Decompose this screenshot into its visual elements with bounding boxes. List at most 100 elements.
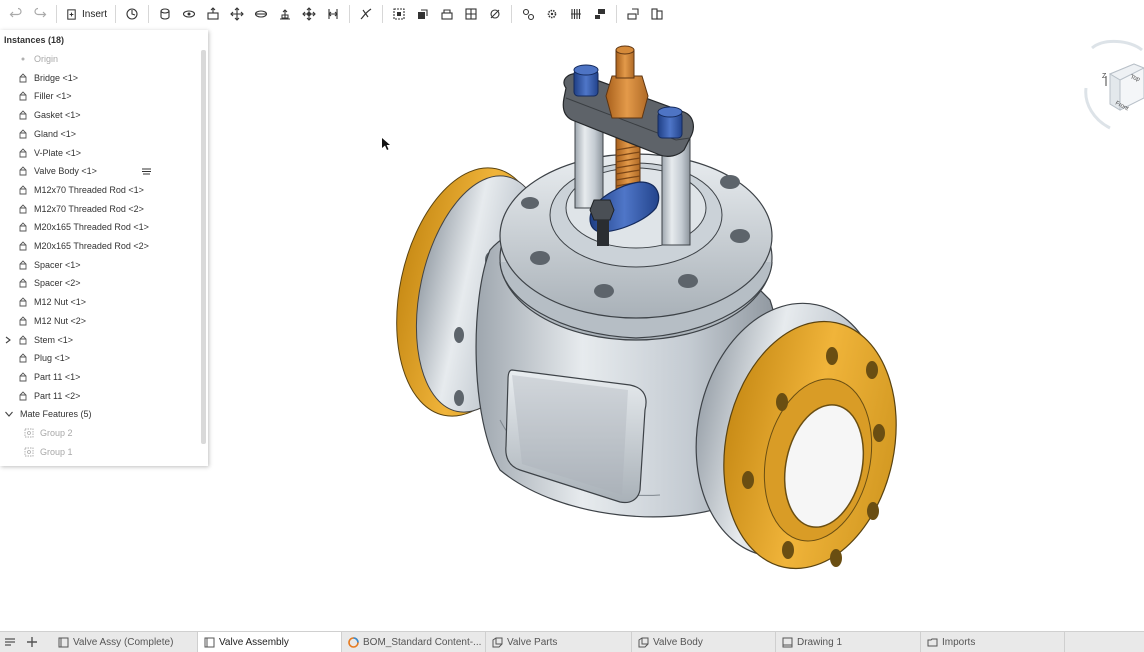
undo-icon[interactable] [6, 3, 26, 25]
toolbar-separator [616, 5, 618, 23]
part-instance-icon [18, 372, 28, 382]
toolbar-separator [382, 5, 384, 23]
mate-group-item[interactable]: Group 2 [0, 424, 200, 442]
instance-item[interactable]: Gland <1> [0, 125, 200, 143]
planar-mate-icon[interactable] [227, 3, 247, 25]
tab-label: Valve Parts [507, 636, 558, 648]
tree-item-label: Group 1 [40, 446, 73, 457]
revolute-mate-icon[interactable] [179, 3, 199, 25]
instance-item[interactable]: Filler <1> [0, 87, 200, 105]
3d-viewport[interactable] [210, 28, 1144, 630]
instance-item[interactable]: Part 11 <1> [0, 368, 200, 386]
slider-mate-icon[interactable] [203, 3, 223, 25]
tree-item-label: Part 11 <2> [34, 390, 81, 401]
instance-item[interactable]: Gasket <1> [0, 106, 200, 124]
instance-item[interactable]: Part 11 <2> [0, 387, 200, 405]
panel-scrollbar[interactable] [201, 50, 206, 444]
tab-bar-controls [0, 632, 52, 652]
valve-assembly-model[interactable] [210, 28, 1144, 630]
tree-item-label: M12x70 Threaded Rod <1> [34, 184, 144, 195]
part-instance-icon [18, 316, 28, 326]
insert-button[interactable]: Insert [61, 8, 111, 21]
part-instance-icon [18, 73, 28, 83]
redo-icon[interactable] [30, 3, 50, 25]
tangent-mate-icon[interactable] [356, 3, 376, 25]
instance-item[interactable]: M12x70 Threaded Rod <1> [0, 181, 200, 199]
tree-item-label: M12 Nut <1> [34, 297, 87, 308]
assembly-icon [58, 637, 69, 648]
cylindrical-mate-icon[interactable] [251, 3, 271, 25]
rack-pinion-icon[interactable] [566, 3, 586, 25]
part-instance-icon [18, 166, 28, 176]
mate-features-folder[interactable]: Mate Features (5) [0, 405, 200, 423]
part-studio-icon [492, 637, 503, 648]
part-instance-icon [18, 390, 28, 401]
instances-panel: Instances (18) Origin Bridge <1> Filler <1… [0, 30, 208, 466]
origin-item[interactable]: Origin [0, 50, 200, 68]
document-tab[interactable]: Valve Parts [486, 632, 632, 652]
assembly-icon [204, 637, 215, 648]
tree-item-label: Valve Body <1> [34, 166, 97, 177]
part-instance-icon [18, 278, 28, 288]
tree-item-label: M12x70 Threaded Rod <2> [34, 203, 144, 214]
collapse-chevron-icon[interactable] [4, 409, 14, 419]
relations-icon[interactable] [518, 3, 538, 25]
fastened-mate-icon[interactable] [155, 3, 175, 25]
instance-item[interactable]: M12 Nut <1> [0, 293, 200, 311]
insert-icon [67, 8, 76, 20]
mate-group-item[interactable]: Group 1 [0, 443, 200, 461]
document-tab[interactable]: Imports [921, 632, 1065, 652]
instance-item[interactable]: M12x70 Threaded Rod <2> [0, 200, 200, 218]
mate-connector-2-icon[interactable] [485, 3, 505, 25]
instance-item[interactable]: Spacer <1> [0, 256, 200, 274]
tree-item-label: Mate Features (5) [20, 409, 92, 420]
instance-item[interactable]: Stem <1> [0, 331, 200, 349]
tree-item-label: M20x165 Threaded Rod <1> [34, 222, 149, 233]
expand-chevron-icon[interactable] [4, 336, 12, 344]
mouse-cursor-icon [382, 138, 390, 150]
instance-item[interactable]: Plug <1> [0, 349, 200, 367]
toolbar-separator [148, 5, 150, 23]
linear-pattern-icon[interactable] [389, 3, 409, 25]
part-instance-icon [18, 353, 28, 363]
toolbar-separator [56, 5, 57, 23]
view-cube[interactable]: Z Top Front [1084, 38, 1144, 134]
tree-item-label: Part 11 <1> [34, 371, 81, 382]
screw-relation-icon[interactable] [590, 3, 610, 25]
document-tab[interactable]: Drawing 1 [776, 632, 921, 652]
instances-title: Instances (18) [4, 35, 65, 45]
add-tab-icon[interactable] [26, 636, 38, 648]
document-tab[interactable]: BOM_Standard Content-... [342, 632, 486, 652]
instance-item[interactable]: M20x165 Threaded Rod <1> [0, 218, 200, 236]
gear-relation-icon[interactable] [542, 3, 562, 25]
explode-icon[interactable] [623, 3, 643, 25]
part-instance-icon [18, 91, 28, 101]
instance-item[interactable]: M20x165 Threaded Rod <2> [0, 237, 200, 255]
ball-mate-icon[interactable] [299, 3, 319, 25]
group-icon[interactable] [461, 3, 481, 25]
tab-manager-icon[interactable] [4, 636, 16, 648]
insert-label: Insert [82, 8, 108, 20]
fixed-part-icon [142, 167, 151, 175]
part-instance-icon [18, 185, 28, 195]
display-states-icon[interactable] [647, 3, 667, 25]
instance-item[interactable]: Spacer <2> [0, 274, 200, 292]
toolbar-separator [349, 5, 351, 23]
pin-slot-mate-icon[interactable] [275, 3, 295, 25]
circular-pattern-icon[interactable] [413, 3, 433, 25]
tree-item-label: Spacer <1> [34, 259, 81, 270]
part-instance-icon [18, 241, 28, 251]
document-tab[interactable]: Valve Body [632, 632, 776, 652]
parallel-mate-icon[interactable] [323, 3, 343, 25]
instance-item[interactable]: Bridge <1> [0, 69, 200, 87]
tab-label: BOM_Standard Content-... [363, 636, 482, 648]
instance-item[interactable]: V-Plate <1> [0, 144, 200, 162]
document-tab[interactable]: Valve Assembly [198, 632, 342, 652]
document-tab[interactable]: Valve Assy (Complete) [52, 632, 198, 652]
tab-label: Valve Assy (Complete) [73, 636, 174, 648]
mate-connector-icon[interactable] [122, 3, 142, 25]
tab-label: Imports [942, 636, 976, 648]
instance-item[interactable]: M12 Nut <2> [0, 312, 200, 330]
replicate-icon[interactable] [437, 3, 457, 25]
instance-item[interactable]: Valve Body <1> [0, 162, 200, 180]
